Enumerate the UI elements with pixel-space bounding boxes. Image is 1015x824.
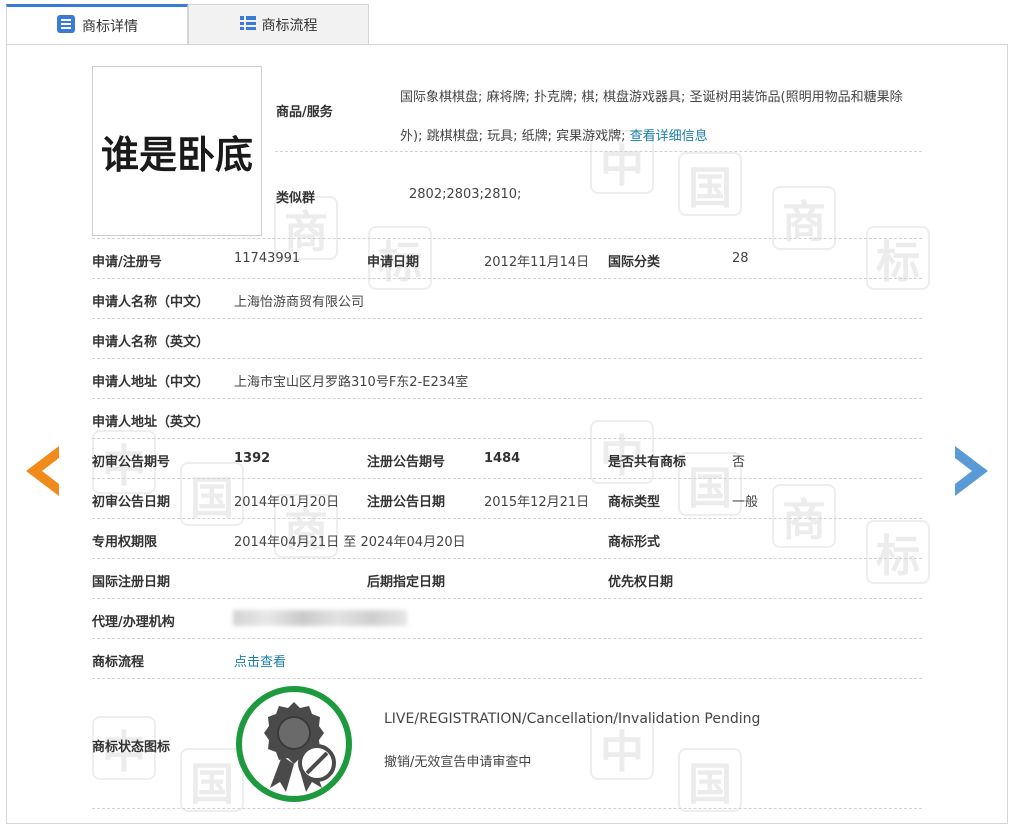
- status-cn-text: 撤销/无效宣告申请审查中: [384, 755, 532, 770]
- reg-pub-date-value: 2015年12月21日: [484, 495, 590, 510]
- exclusive-to: 2024年04月20日: [360, 535, 466, 550]
- exclusive-to-word: 至: [343, 535, 357, 550]
- reg-pub-date-label: 注册公告日期: [367, 495, 446, 510]
- shared-value: 否: [732, 455, 746, 470]
- tm-type-value: 一般: [732, 495, 759, 510]
- exclusive-period-label: 专用权期限: [92, 535, 158, 550]
- view-flow-link[interactable]: 点击查看: [234, 651, 286, 670]
- tm-form-label: 商标形式: [608, 535, 661, 550]
- apply-date-label: 申请日期: [367, 255, 420, 270]
- applicant-cn-value: 上海怡游商贸有限公司: [234, 295, 365, 310]
- intl-class-label: 国际分类: [608, 255, 661, 270]
- tab-label: 商标详情: [82, 19, 138, 35]
- reg-pub-no-label: 注册公告期号: [367, 455, 446, 470]
- agent-label: 代理/办理机构: [92, 615, 175, 630]
- tab-trademark-details[interactable]: 商标详情: [6, 4, 188, 45]
- shared-label: 是否共有商标: [608, 455, 687, 470]
- goods-services-value: 国际象棋棋盘; 麻将牌; 扑克牌; 棋; 棋盘游戏器具; 圣诞树用装饰品(照明用…: [400, 78, 920, 156]
- divider: [92, 558, 922, 559]
- address-en-label: 申请人地址（英文）: [92, 415, 210, 430]
- divider: [92, 238, 922, 239]
- agent-value-redacted: [233, 610, 407, 626]
- intl-class-value: 28: [732, 251, 749, 266]
- divider: [92, 518, 922, 519]
- prev-arrow-icon[interactable]: [26, 446, 60, 500]
- goods-services-label: 商品/服务: [276, 105, 333, 120]
- tm-type-label: 商标类型: [608, 495, 661, 510]
- applicant-cn-label: 申请人名称（中文）: [92, 295, 210, 310]
- apply-date-value: 2012年11月14日: [484, 255, 590, 270]
- trademark-image: 谁是卧底: [92, 66, 262, 236]
- divider: [92, 598, 922, 599]
- status-icon-label: 商标状态图标: [92, 740, 171, 755]
- similar-group-label: 类似群: [276, 191, 316, 206]
- divider: [92, 358, 922, 359]
- address-cn-label: 申请人地址（中文）: [92, 375, 210, 390]
- priority-date-label: 优先权日期: [608, 575, 674, 590]
- tab-bar: 商标详情 商标流程: [0, 0, 1015, 45]
- address-cn-value: 上海市宝山区月罗路310号F东2-E234室: [234, 375, 469, 390]
- reg-pub-no-value: 1484: [484, 451, 521, 466]
- trademark-logo-text: 谁是卧底: [100, 131, 253, 177]
- exclusive-from: 2014年04月21日: [234, 535, 340, 550]
- divider: [92, 318, 922, 319]
- document-list-icon: [56, 14, 76, 38]
- prelim-date-value: 2014年01月20日: [234, 495, 340, 510]
- grid-table-icon: [239, 15, 256, 35]
- divider: [92, 638, 922, 639]
- reg-no-value: 11743991: [234, 251, 301, 266]
- prelim-no-value: 1392: [234, 451, 271, 466]
- flow-label: 商标流程: [92, 655, 145, 670]
- divider: [92, 808, 922, 809]
- view-details-link[interactable]: 查看详细信息: [630, 129, 708, 144]
- reg-no-label: 申请/注册号: [92, 255, 162, 270]
- next-arrow-icon[interactable]: [954, 446, 988, 500]
- similar-group-value: 2802;2803;2810;: [409, 187, 522, 202]
- divider: [92, 478, 922, 479]
- divider: [92, 398, 922, 399]
- applicant-en-label: 申请人名称（英文）: [92, 335, 210, 350]
- divider: [92, 278, 922, 279]
- later-date-label: 后期指定日期: [367, 575, 446, 590]
- divider: [92, 438, 922, 439]
- exclusive-period-value: 2014年04月21日 至 2024年04月20日: [234, 531, 466, 550]
- tab-trademark-process[interactable]: 商标流程: [188, 4, 369, 44]
- divider: [92, 678, 922, 679]
- tab-label: 商标流程: [261, 17, 318, 34]
- prelim-date-label: 初审公告日期: [92, 495, 171, 510]
- status-en-text: LIVE/REGISTRATION/Cancellation/Invalidat…: [384, 711, 761, 727]
- divider: [275, 151, 922, 152]
- status-badge-icon: [234, 684, 354, 808]
- prelim-no-label: 初审公告期号: [92, 455, 171, 470]
- intl-reg-date-label: 国际注册日期: [92, 575, 171, 590]
